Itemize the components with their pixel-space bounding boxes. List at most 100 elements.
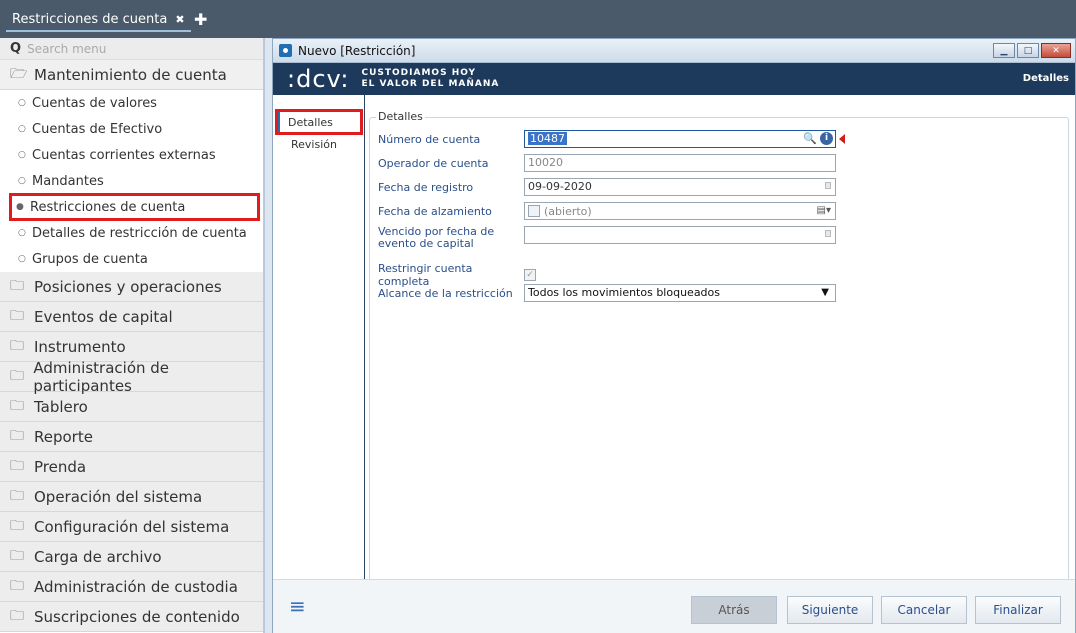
tab-restricciones[interactable]: Restricciones de cuenta ✖ [6, 8, 191, 32]
folder-label: Posiciones y operaciones [34, 277, 222, 296]
logo-tagline: CUSTODIAMOS HOY EL VALOR DEL MAÑANA [362, 68, 500, 90]
wizard-nav: Detalles Revisión [275, 95, 365, 579]
vencido-label: Vencido por fecha de evento de capital [378, 225, 495, 250]
lock-icon [825, 230, 831, 237]
brand-banner: :dcv: CUSTODIAMOS HOY EL VALOR DEL MAÑAN… [273, 63, 1075, 95]
fecha-registro-input[interactable]: 09-09-2020 [524, 178, 836, 196]
chevron-down-icon: ▼ [821, 287, 829, 298]
folder-label: Carga de archivo [34, 547, 162, 566]
row-fecha-registro: Fecha de registro 09-09-2020 [378, 178, 836, 196]
folder-label: Instrumento [34, 337, 126, 356]
folder-instrumento[interactable]: 🗀 Instrumento [0, 332, 263, 362]
tagline-line-1: CUSTODIAMOS HOY [361, 68, 477, 78]
next-button[interactable]: Siguiente [787, 596, 873, 624]
folder-icon: 🗀 [10, 337, 24, 354]
menu-item-cuentas-efectivo[interactable]: ○ Cuentas de Efectivo [0, 116, 263, 142]
alcance-select[interactable]: Todos los movimientos bloqueados ▼ [524, 284, 836, 302]
folder-label: Tablero [34, 397, 88, 416]
fecha-registro-value: 09-09-2020 [528, 180, 592, 193]
folder-posiciones[interactable]: 🗀 Posiciones y operaciones [0, 272, 263, 302]
numero-cuenta-input[interactable]: 10487 🔍 i [524, 130, 845, 148]
fecha-registro-label: Fecha de registro [378, 180, 474, 194]
row-alcance: Alcance de la restricción Todos los movi… [378, 284, 836, 302]
window-titlebar[interactable]: Nuevo [Restricción] ▁ □ ✕ [273, 39, 1075, 63]
menu-item-cuentas-externas[interactable]: ○ Cuentas corrientes externas [0, 142, 263, 168]
folder-reporte[interactable]: 🗀 Reporte [0, 422, 263, 452]
menu-item-restricciones[interactable]: ● Restricciones de cuenta [9, 193, 260, 221]
folder-icon: 🗀 [10, 457, 24, 474]
search-icon[interactable]: 🔍 [803, 132, 817, 145]
operador-input[interactable]: 10020 [524, 154, 836, 172]
search-placeholder: Search menu [27, 41, 107, 56]
folder-icon: 🗀 [10, 577, 24, 594]
menu-item-grupos[interactable]: ○ Grupos de cuenta [0, 246, 263, 272]
calendar-dropdown-icon[interactable]: ▤▾ [817, 205, 831, 216]
folder-open-icon: 🗁 [10, 65, 28, 82]
folder-label: Mantenimiento de cuenta [34, 65, 227, 84]
row-vencido: Vencido por fecha de evento de capital [378, 226, 836, 250]
menu-item-detalles-restriccion[interactable]: ○ Detalles de restricción de cuenta [0, 220, 263, 246]
folder-suscripciones[interactable]: 🗀 Suscripciones de contenido [0, 602, 263, 632]
folder-configuracion[interactable]: 🗀 Configuración del sistema [0, 512, 263, 542]
open-checkbox[interactable] [528, 205, 540, 217]
folder-carga-archivo[interactable]: 🗀 Carga de archivo [0, 542, 263, 572]
folder-icon: 🗀 [10, 307, 24, 324]
alcance-value: Todos los movimientos bloqueados [528, 286, 721, 299]
folder-label: Administración de participantes [33, 358, 170, 395]
menu-item-label: Cuentas de Efectivo [32, 121, 163, 137]
menu-item-mandantes[interactable]: ○ Mandantes [0, 168, 263, 194]
hamburger-menu-icon[interactable]: ≡ [289, 594, 306, 618]
window-title: Nuevo [Restricción] [298, 43, 416, 58]
folder-mantenimiento[interactable]: 🗁 Mantenimiento de cuenta [0, 60, 263, 90]
folder-icon: 🗀 [10, 517, 24, 534]
required-marker-icon [839, 134, 845, 144]
menu-item-label: Restricciones de cuenta [30, 199, 186, 215]
close-window-button[interactable]: ✕ [1041, 43, 1071, 58]
vencido-input[interactable] [524, 226, 836, 244]
finish-button[interactable]: Finalizar [975, 596, 1061, 624]
menu-item-label: Cuentas corrientes externas [32, 147, 216, 163]
folder-custodia[interactable]: 🗀 Administración de custodia [0, 572, 263, 602]
row-operador: Operador de cuenta 10020 [378, 154, 836, 172]
folder-eventos[interactable]: 🗀 Eventos de capital [0, 302, 263, 332]
close-icon[interactable]: ✖ [175, 13, 184, 26]
bullet-icon: ○ [18, 228, 26, 238]
tab-bar: Restricciones de cuenta ✖ ✚ [0, 0, 1076, 38]
folder-icon: 🗀 [10, 277, 24, 294]
fieldset-legend: Detalles [376, 110, 425, 123]
dialog-window: Nuevo [Restricción] ▁ □ ✕ :dcv: CUSTODIA… [272, 38, 1076, 633]
folder-label: Prenda [34, 457, 87, 476]
info-icon[interactable]: i [820, 132, 833, 145]
folder-icon: 🗀 [10, 547, 24, 564]
folder-label: Eventos de capital [34, 307, 173, 326]
fecha-alzamiento-input[interactable]: (abierto) ▤▾ [524, 202, 836, 220]
maximize-button[interactable]: □ [1017, 43, 1039, 58]
folder-operacion-sistema[interactable]: 🗀 Operación del sistema [0, 482, 263, 512]
back-button[interactable]: Atrás [691, 596, 777, 624]
sidebar-splitter[interactable] [264, 38, 272, 633]
folder-label: Reporte [34, 427, 93, 446]
bullet-icon: ○ [18, 124, 26, 134]
add-tab-icon[interactable]: ✚ [194, 10, 207, 29]
nav-detalles[interactable]: Detalles [275, 109, 363, 135]
menu-item-label: Detalles de restricción de cuenta [32, 225, 247, 241]
sidebar-menu: Q Search menu 🗁 Mantenimiento de cuenta … [0, 38, 264, 633]
cancel-button[interactable]: Cancelar [881, 596, 967, 624]
alcance-label: Alcance de la restricción [378, 286, 513, 300]
menu-item-cuentas-valores[interactable]: ○ Cuentas de valores [0, 90, 263, 116]
folder-administracion-participantes[interactable]: 🗀 Administración de participantes [0, 358, 263, 395]
nav-revision[interactable]: Revisión [277, 133, 364, 155]
folder-icon: 🗀 [10, 427, 24, 444]
menu-item-label: Mandantes [32, 173, 104, 189]
menu-item-label: Grupos de cuenta [32, 251, 148, 267]
folder-prenda[interactable]: 🗀 Prenda [0, 452, 263, 482]
folder-tablero[interactable]: 🗀 Tablero [0, 392, 263, 422]
search-menu[interactable]: Q Search menu [0, 38, 263, 60]
operador-label: Operador de cuenta [378, 156, 489, 170]
minimize-button[interactable]: ▁ [993, 43, 1015, 58]
logo-text: :dcv: [287, 65, 350, 93]
row-fecha-alzamiento: Fecha de alzamiento (abierto) ▤▾ [378, 202, 836, 220]
bullet-icon: ○ [18, 150, 26, 160]
restringir-checkbox[interactable]: ✓ [524, 269, 536, 281]
dcv-logo: :dcv: CUSTODIAMOS HOY EL VALOR DEL MAÑAN… [287, 65, 499, 93]
